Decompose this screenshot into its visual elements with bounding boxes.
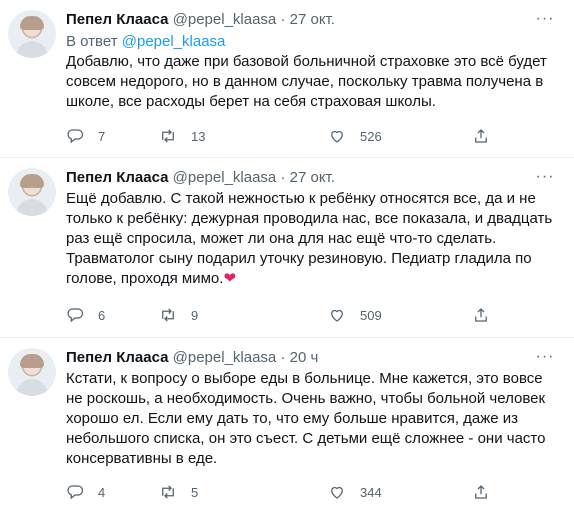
like-button[interactable]: 526 — [328, 124, 382, 148]
reply-icon — [67, 485, 84, 500]
tweet-text-body: Ещё добавлю. С такой нежностью к ребёнку… — [66, 190, 553, 287]
like-button[interactable]: 344 — [328, 480, 382, 504]
tweet-text-body: Кстати, к вопросу о выборе еды в больниц… — [66, 370, 546, 467]
tweet[interactable]: Пепел Клааса @pepel_klaasa · 20 ч ··· Кс… — [0, 338, 574, 514]
separator-dot: · — [280, 349, 286, 366]
tweet[interactable]: Пепел Клааса @pepel_klaasa · 27 окт. ···… — [0, 0, 574, 158]
author-name[interactable]: Пепел Клааса — [66, 169, 168, 186]
tweet-actions: 6 9 509 — [66, 303, 556, 327]
share-button[interactable] — [472, 303, 490, 327]
tweet-content: Пепел Клааса @pepel_klaasa · 20 ч ··· Кс… — [66, 348, 556, 469]
share-icon — [475, 485, 487, 499]
tweet-timestamp[interactable]: 27 окт. — [290, 11, 335, 28]
author-handle[interactable]: @pepel_klaasa — [173, 11, 277, 28]
reply-count: 6 — [98, 307, 106, 323]
like-button[interactable]: 509 — [328, 303, 382, 327]
heart-icon — [331, 486, 343, 499]
share-button[interactable] — [472, 480, 490, 504]
retweet-icon — [162, 129, 174, 143]
tweet-text: Добавлю, что даже при базовой больничной… — [66, 52, 556, 112]
avatar[interactable] — [8, 168, 56, 216]
tweet-thread: Пепел Клааса @pepel_klaasa · 27 окт. ···… — [0, 0, 574, 514]
reply-button[interactable]: 4 — [66, 480, 105, 504]
author-name[interactable]: Пепел Клааса — [66, 349, 168, 366]
tweet[interactable]: Пепел Клааса @pepel_klaasa · 27 окт. ···… — [0, 158, 574, 338]
avatar[interactable] — [8, 10, 56, 58]
retweet-button[interactable]: 13 — [159, 124, 205, 148]
tweet-content: Пепел Клааса @pepel_klaasa · 27 окт. ···… — [66, 168, 556, 289]
tweet-text-body: Добавлю, что даже при базовой больничной… — [66, 53, 547, 110]
tweet-text: Ещё добавлю. С такой нежностью к ребёнку… — [66, 189, 556, 289]
retweet-button[interactable]: 9 — [159, 303, 198, 327]
retweet-count: 9 — [191, 307, 199, 323]
tweet-timestamp[interactable]: 27 окт. — [290, 169, 335, 186]
reply-context: В ответ @pepel_klaasa — [66, 32, 556, 51]
reply-count: 7 — [98, 128, 106, 144]
tweet-timestamp[interactable]: 20 ч — [290, 349, 319, 366]
retweet-icon — [162, 308, 174, 322]
retweet-count: 13 — [191, 128, 206, 144]
retweet-button[interactable]: 5 — [159, 480, 198, 504]
heart-icon — [331, 130, 343, 143]
tweet-content: Пепел Клааса @pepel_klaasa · 27 окт. ···… — [66, 10, 556, 112]
share-button[interactable] — [472, 124, 490, 148]
more-horizontal-icon[interactable]: ··· — [534, 10, 556, 30]
author-name[interactable]: Пепел Клааса — [66, 11, 168, 28]
reply-icon — [67, 308, 84, 323]
separator-dot: · — [280, 169, 286, 186]
tweet-actions: 4 5 344 — [66, 480, 556, 504]
share-icon — [475, 129, 487, 143]
reply-prefix: В ответ — [66, 33, 118, 50]
more-horizontal-icon[interactable]: ··· — [534, 168, 556, 188]
reply-mention-link[interactable]: @pepel_klaasa — [122, 33, 226, 50]
reply-count: 4 — [98, 484, 106, 500]
reply-icon — [67, 129, 84, 144]
retweet-count: 5 — [191, 484, 199, 500]
share-icon — [475, 308, 487, 322]
author-handle[interactable]: @pepel_klaasa — [173, 169, 277, 186]
retweet-icon — [162, 485, 174, 499]
tweet-header: Пепел Клааса @pepel_klaasa · 20 ч — [66, 348, 556, 368]
reply-button[interactable]: 6 — [66, 303, 105, 327]
separator-dot: · — [280, 11, 286, 28]
author-handle[interactable]: @pepel_klaasa — [173, 349, 277, 366]
tweet-header: Пепел Клааса @pepel_klaasa · 27 окт. — [66, 168, 556, 188]
avatar[interactable] — [8, 348, 56, 396]
like-count: 526 — [360, 128, 382, 144]
tweet-header: Пепел Клааса @pepel_klaasa · 27 окт. — [66, 10, 556, 30]
heart-emoji: ❤ — [223, 270, 237, 287]
tweet-text: Кстати, к вопросу о выборе еды в больниц… — [66, 369, 556, 469]
like-count: 344 — [360, 484, 382, 500]
tweet-actions: 7 13 526 — [66, 124, 556, 148]
heart-icon — [331, 309, 343, 322]
like-count: 509 — [360, 307, 382, 323]
more-horizontal-icon[interactable]: ··· — [534, 348, 556, 368]
reply-button[interactable]: 7 — [66, 124, 105, 148]
